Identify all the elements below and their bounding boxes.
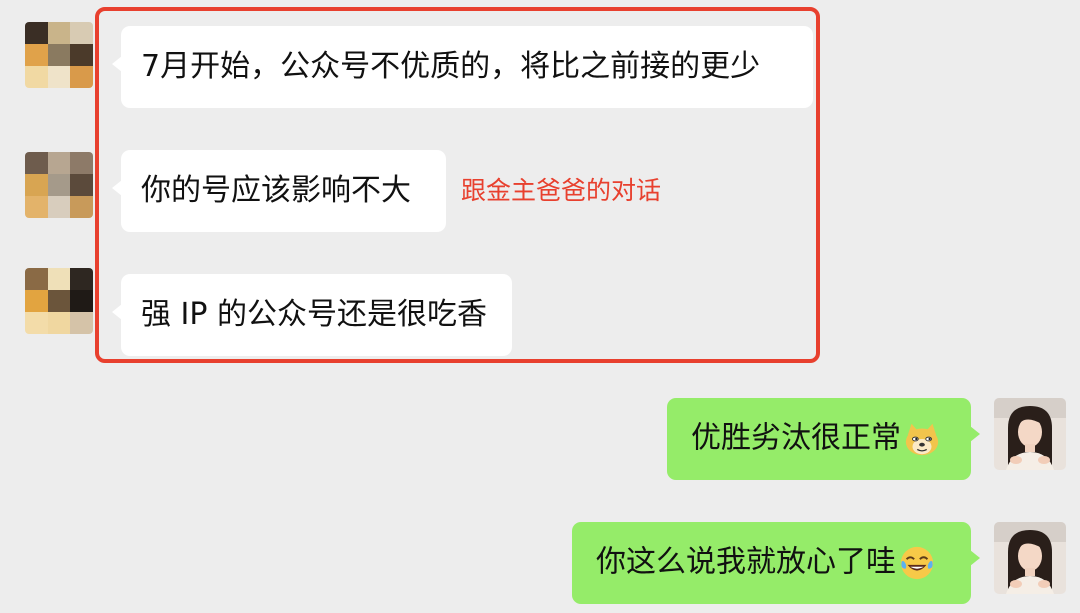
profile-photo-icon	[994, 522, 1066, 594]
message-text: 你这么说我就放心了哇	[596, 544, 896, 580]
sender-avatar[interactable]	[25, 22, 93, 88]
highlight-frame	[95, 7, 820, 363]
outgoing-message-bubble[interactable]: 优胜劣汰很正常	[667, 398, 980, 480]
self-avatar[interactable]	[994, 398, 1066, 470]
profile-photo-icon	[994, 398, 1066, 470]
outgoing-message-bubble[interactable]: 你这么说我就放心了哇	[572, 522, 980, 604]
message-content: 你这么说我就放心了哇	[596, 544, 936, 582]
message-content: 优胜劣汰很正常	[691, 420, 941, 458]
sender-avatar[interactable]	[25, 152, 93, 218]
doge-emoji-icon	[905, 423, 939, 456]
bubble-tail	[970, 550, 980, 566]
tears-of-joy-emoji-icon	[900, 546, 934, 580]
self-avatar[interactable]	[994, 522, 1066, 594]
sender-avatar[interactable]	[25, 268, 93, 334]
bubble-tail	[970, 426, 980, 442]
message-text: 优胜劣汰很正常	[691, 420, 901, 456]
